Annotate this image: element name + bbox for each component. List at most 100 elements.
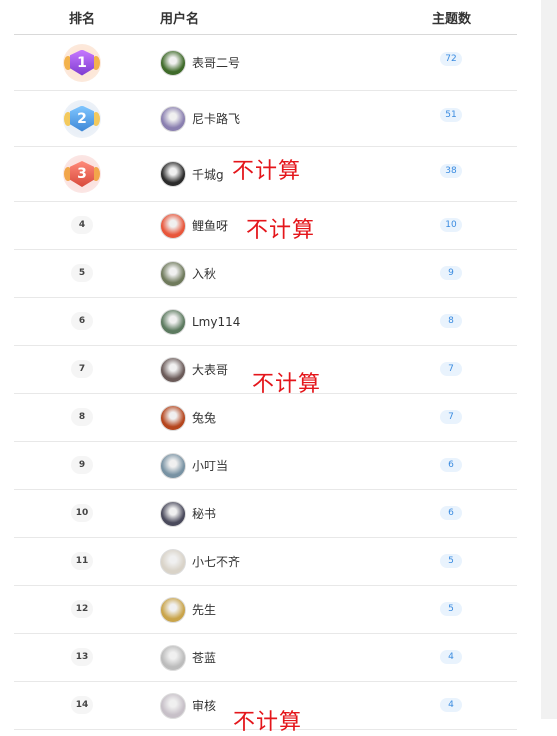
rank-cell: 4 xyxy=(62,212,102,234)
rank-cell: 7 xyxy=(62,356,102,378)
not-counted-annotation: 不计算 xyxy=(246,217,316,243)
table-row: 13 苍蓝 4 xyxy=(14,634,517,682)
username-link[interactable]: 秘书 xyxy=(192,505,216,522)
topic-count-badge: 5 xyxy=(440,602,462,616)
avatar[interactable] xyxy=(160,500,186,527)
table-row: 5 入秋 9 xyxy=(14,250,517,298)
topics-column-header: 主题数 xyxy=(432,12,472,27)
username-link[interactable]: 尼卡路飞 xyxy=(192,110,240,127)
rank-cell: 11 xyxy=(62,548,102,570)
user-cell[interactable]: 千城g xyxy=(160,161,224,187)
user-cell[interactable]: 鲤鱼呀 xyxy=(160,212,228,239)
avatar[interactable] xyxy=(160,105,186,132)
username-link[interactable]: 千城g xyxy=(192,166,224,183)
username-link[interactable]: 苍蓝 xyxy=(192,649,216,666)
user-cell[interactable]: 小七不齐 xyxy=(160,548,240,575)
rank-number: 4 xyxy=(71,216,93,234)
rank-number: 13 xyxy=(71,648,93,666)
rank-cell: 8 xyxy=(62,404,102,426)
username-link[interactable]: 审核 xyxy=(192,697,216,714)
rank-medal-icon: 2 xyxy=(63,99,101,138)
topic-count-badge: 72 xyxy=(440,52,462,66)
user-cell[interactable]: 兔兔 xyxy=(160,404,216,431)
username-link[interactable]: 大表哥 xyxy=(192,361,228,378)
user-cell[interactable]: 审核 xyxy=(160,692,216,719)
topic-count-cell: 72 xyxy=(440,46,462,66)
topic-count-badge: 5 xyxy=(440,554,462,568)
table-row: 11 小七不齐 5 xyxy=(14,538,517,586)
username-link[interactable]: Lmy114 xyxy=(192,315,240,329)
topic-count-cell: 51 xyxy=(440,102,462,122)
avatar[interactable] xyxy=(160,356,186,383)
user-cell[interactable]: 秘书 xyxy=(160,500,216,527)
user-cell[interactable]: 尼卡路飞 xyxy=(160,105,240,132)
username-link[interactable]: 兔兔 xyxy=(192,409,216,426)
rank-number: 12 xyxy=(71,600,93,618)
avatar[interactable] xyxy=(160,49,186,76)
topic-count-badge: 9 xyxy=(440,266,462,280)
rank-cell: 13 xyxy=(62,644,102,666)
user-cell[interactable]: 表哥二号 xyxy=(160,49,240,76)
not-counted-annotation: 不计算 xyxy=(252,371,322,397)
table-row: 8 兔兔 7 xyxy=(14,394,517,442)
rank-cell: 10 xyxy=(62,500,102,522)
avatar[interactable] xyxy=(160,596,186,623)
username-link[interactable]: 鲤鱼呀 xyxy=(192,217,228,234)
username-link[interactable]: 小七不齐 xyxy=(192,553,240,570)
topic-count-badge: 8 xyxy=(440,314,462,328)
user-cell[interactable]: 先生 xyxy=(160,596,216,623)
not-counted-annotation: 不计算 xyxy=(233,709,303,735)
username-link[interactable]: 入秋 xyxy=(192,265,216,282)
table-row: 10 秘书 6 xyxy=(14,490,517,538)
topic-count-badge: 38 xyxy=(440,164,462,178)
rank-number: 14 xyxy=(71,696,93,714)
user-cell[interactable]: 大表哥 xyxy=(160,356,228,383)
topic-count-badge: 7 xyxy=(440,362,462,376)
rank-number: 3 xyxy=(70,161,94,187)
topic-count-cell: 5 xyxy=(440,548,462,568)
username-link[interactable]: 先生 xyxy=(192,601,216,618)
topic-count-badge: 4 xyxy=(440,698,462,712)
user-cell[interactable]: 入秋 xyxy=(160,260,216,287)
topic-count-cell: 6 xyxy=(440,500,462,520)
topic-count-cell: 8 xyxy=(440,308,462,328)
avatar[interactable] xyxy=(160,452,186,479)
topic-count-badge: 10 xyxy=(440,218,462,232)
user-cell[interactable]: 苍蓝 xyxy=(160,644,216,671)
avatar[interactable] xyxy=(160,692,186,719)
username-link[interactable]: 小叮当 xyxy=(192,457,228,474)
topic-count-cell: 5 xyxy=(440,596,462,616)
topic-count-badge: 4 xyxy=(440,650,462,664)
avatar[interactable] xyxy=(160,308,186,335)
username-column-header: 用户名 xyxy=(160,12,200,27)
avatar[interactable] xyxy=(160,212,186,239)
table-row: 1 表哥二号 72 xyxy=(14,35,517,91)
avatar[interactable] xyxy=(160,644,186,671)
scrollbar-track[interactable] xyxy=(541,0,557,719)
rank-cell: 9 xyxy=(62,452,102,474)
not-counted-annotation: 不计算 xyxy=(232,159,302,184)
rank-cell: 1 xyxy=(62,43,102,86)
rank-cell: 6 xyxy=(62,308,102,330)
table-row: 12 先生 5 xyxy=(14,586,517,634)
avatar[interactable] xyxy=(160,404,186,431)
rank-number: 2 xyxy=(70,105,94,132)
user-cell[interactable]: 小叮当 xyxy=(160,452,228,479)
table-row: 2 尼卡路飞 51 xyxy=(14,91,517,147)
avatar[interactable] xyxy=(160,161,186,187)
rank-cell: 3 xyxy=(62,155,102,197)
leaderboard-header: 排名 用户名 主题数 xyxy=(14,0,517,35)
rank-cell: 2 xyxy=(62,99,102,142)
topic-count-cell: 7 xyxy=(440,356,462,376)
username-link[interactable]: 表哥二号 xyxy=(192,54,240,71)
table-row: 6 Lmy114 8 xyxy=(14,298,517,346)
rank-number: 1 xyxy=(70,49,94,76)
rank-cell: 12 xyxy=(62,596,102,618)
rank-number: 9 xyxy=(71,456,93,474)
avatar[interactable] xyxy=(160,260,186,287)
user-cell[interactable]: Lmy114 xyxy=(160,308,240,335)
topic-count-cell: 38 xyxy=(440,158,462,178)
avatar[interactable] xyxy=(160,548,186,575)
rank-number: 10 xyxy=(71,504,93,522)
topic-count-badge: 6 xyxy=(440,506,462,520)
